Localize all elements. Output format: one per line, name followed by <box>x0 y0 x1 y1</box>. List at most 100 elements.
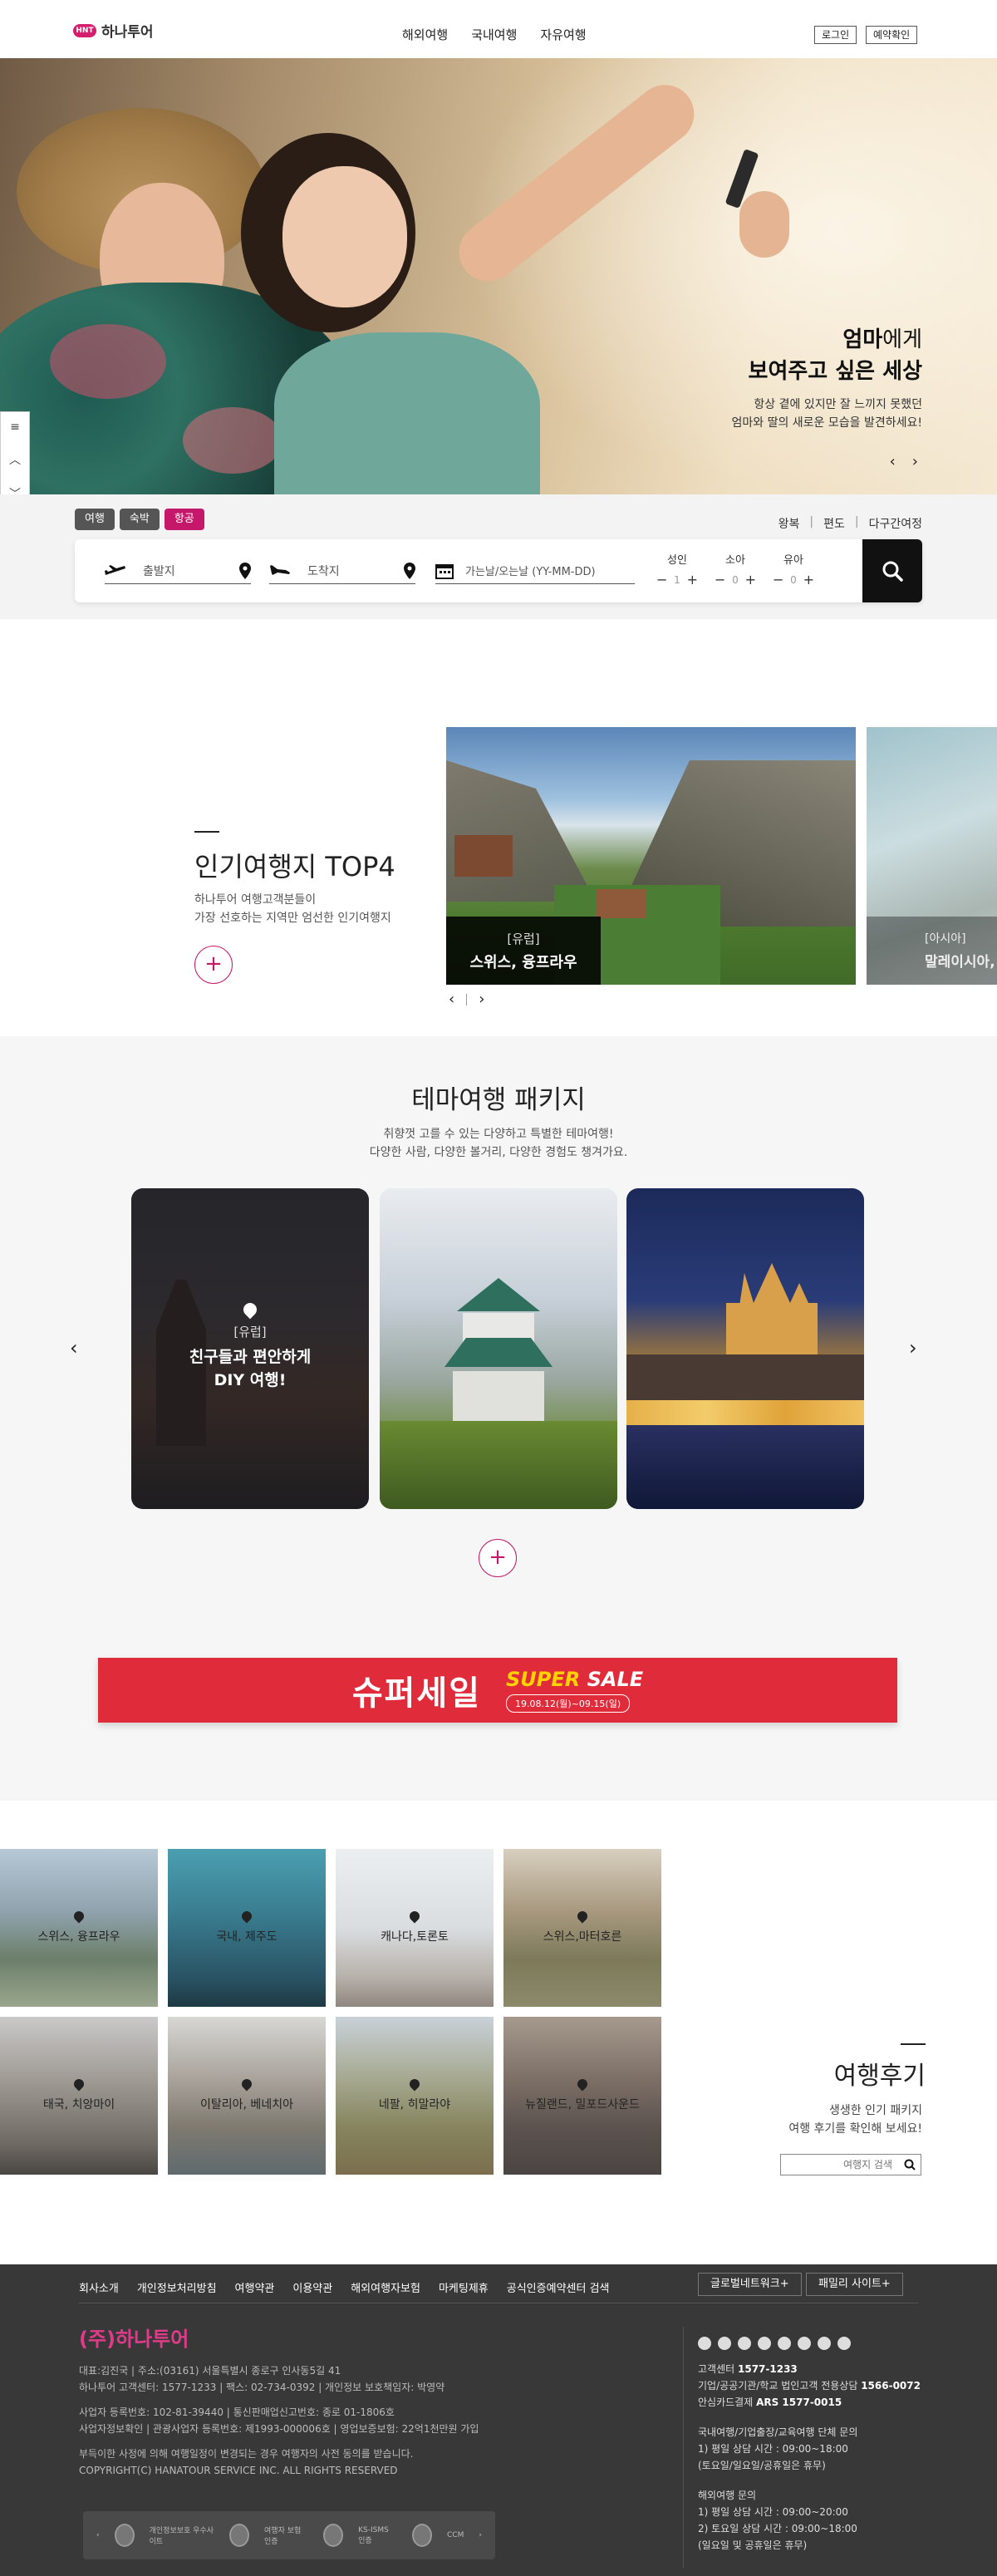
child-counter: 소아 −0 + <box>715 551 756 587</box>
theme-title: 테마여행 패키지 <box>411 1085 586 1115</box>
trip-roundtrip[interactable]: 왕복 <box>778 515 800 532</box>
reviews-search-input[interactable] <box>781 2155 897 2175</box>
nav-domestic[interactable]: 국내여행 <box>471 26 517 43</box>
logo-text: 하나투어 <box>101 24 154 41</box>
hero-flower-shape <box>50 324 166 399</box>
tab-hotel[interactable]: 숙박 <box>119 509 160 530</box>
pinterest-icon[interactable] <box>837 2337 851 2350</box>
footer-link-travel-terms[interactable]: 여행약관 <box>235 2279 275 2295</box>
theme-card-europe[interactable]: [유럽] 친구들과 편안하게 DIY 여행! <box>131 1188 369 1509</box>
instagram-icon[interactable] <box>718 2337 731 2350</box>
minus-icon[interactable]: − <box>715 572 725 587</box>
domestic-note: (토요일/일요일/공휴일은 휴무) <box>698 2460 826 2471</box>
top4-card-caption-2: [아시아] 말레이시아, 코타키나발루 <box>867 917 997 985</box>
super-sale-banner[interactable]: 슈퍼세일 SUPER SALE 19.08.12(월)~09.15(일) <box>98 1658 897 1723</box>
plus-icon[interactable]: + <box>687 572 698 587</box>
depart-field[interactable]: 출발지 <box>105 558 251 584</box>
location-pin-icon <box>239 562 251 579</box>
location-pin-icon <box>239 2077 254 2092</box>
top4-prev-icon[interactable]: ‹ <box>449 991 454 1008</box>
theme-next-icon[interactable]: › <box>909 1336 917 1359</box>
arrive-field[interactable]: 도착지 <box>269 558 415 584</box>
ccm-cert-icon <box>411 2524 432 2547</box>
date-field[interactable]: 가는날/오는날 (YY-MM-DD) <box>435 558 635 584</box>
divider: | <box>809 515 814 528</box>
theme-card-prague-night[interactable] <box>626 1188 864 1509</box>
naver-post-icon[interactable] <box>818 2337 831 2350</box>
certification-strip: ‹ 개인정보보호 우수사이트 여행자 보험 인증 KS-ISMS 인증 CCM … <box>83 2511 495 2559</box>
takeoff-icon <box>105 564 125 575</box>
plus-icon[interactable]: + <box>803 572 814 587</box>
hero-prev-icon[interactable]: ‹ <box>890 453 896 470</box>
footer-link-marketing[interactable]: 마케팅제휴 <box>439 2279 489 2295</box>
top4-sub-line1: 하나투어 여행고객분들이 <box>194 893 317 907</box>
review-tile-himalaya[interactable]: 네팔, 히말라야 <box>336 2017 494 2175</box>
review-tile-chiangmai[interactable]: 태국, 치앙마이 <box>0 2017 158 2175</box>
hero-subtitle: 항상 곁에 있지만 잘 느끼지 못했던 엄마와 딸의 새로운 모습을 발견하세요… <box>732 396 923 432</box>
review-tile-venezia[interactable]: 이탈리아, 베네치아 <box>168 2017 326 2175</box>
facebook-icon[interactable] <box>758 2337 771 2350</box>
hero-pager: ‹ › <box>890 453 918 470</box>
cert-prev-icon[interactable]: ‹ <box>96 2531 100 2539</box>
top4-next-icon[interactable]: › <box>479 991 484 1008</box>
theme-subtitle: 취향껏 고를 수 있는 다양하고 특별한 테마여행! 다양한 사람, 다양한 볼… <box>0 1125 997 1162</box>
footer-link-insurance[interactable]: 해외여행자보험 <box>351 2279 420 2295</box>
cert-next-icon[interactable]: › <box>479 2531 482 2539</box>
minus-icon[interactable]: − <box>773 572 783 587</box>
tab-flight[interactable]: 항공 <box>164 509 204 530</box>
top4-more-button[interactable]: + <box>194 946 233 984</box>
cert-label: 여행자 보험 인증 <box>264 2527 302 2546</box>
search-button[interactable] <box>862 539 922 602</box>
plus-icon[interactable]: + <box>745 572 756 587</box>
corp-line: 기업/공공기관/학교 법인고객 전용상담 1566-0072 <box>698 2377 921 2394</box>
theme-prev-icon[interactable]: ‹ <box>70 1336 78 1359</box>
nav-overseas[interactable]: 해외여행 <box>402 26 448 43</box>
youtube-icon[interactable] <box>738 2337 751 2350</box>
overseas-weekday: 1) 평일 상담 시간 : 09:00~20:00 <box>698 2506 848 2518</box>
hero-sub-line2: 엄마와 딸의 새로운 모습을 발견하세요! <box>731 416 923 430</box>
trip-oneway[interactable]: 편도 <box>823 515 845 532</box>
nav-free-travel[interactable]: 자유여행 <box>540 26 586 43</box>
global-network-button[interactable]: 글로벌네트워크+ <box>698 2273 802 2296</box>
review-tile-jeju[interactable]: 국내, 제주도 <box>168 1849 326 2007</box>
review-tile-toronto[interactable]: 캐나다,토론토 <box>336 1849 494 2007</box>
kakao-icon[interactable] <box>798 2337 811 2350</box>
theme-card-osaka-castle[interactable] <box>380 1188 617 1509</box>
scroll-up-icon[interactable]: ︿ <box>9 451 21 468</box>
trip-multi[interactable]: 다구간여정 <box>869 515 922 532</box>
cert-label: CCM <box>447 2531 464 2539</box>
twitter-icon[interactable] <box>698 2337 711 2350</box>
review-tile-matterhorn[interactable]: 스위스,마터호른 <box>503 1849 661 2007</box>
review-tile-label: 태국, 치앙마이 <box>0 2017 158 2175</box>
footer-link-privacy[interactable]: 개인정보처리방침 <box>137 2279 217 2295</box>
review-place: 네팔, 히말라야 <box>378 2098 451 2111</box>
hero-next-icon[interactable]: › <box>912 453 918 470</box>
minus-icon[interactable]: − <box>656 572 667 587</box>
tab-travel[interactable]: 여행 <box>75 509 115 530</box>
hero-flower-shape-2 <box>183 407 282 474</box>
login-button[interactable]: 로그인 <box>814 26 857 44</box>
footer-info-line: 사업자 등록번호: 102-81-39440 | 통신판매업신고번호: 종로 0… <box>79 2406 395 2418</box>
family-site-button[interactable]: 패밀리 사이트+ <box>806 2273 903 2296</box>
review-tile-milford[interactable]: 뉴질랜드, 밀포드사운드 <box>503 2017 661 2175</box>
footer-link-center-search[interactable]: 공식인증예약센터 검색 <box>507 2279 610 2295</box>
search-icon[interactable] <box>904 2159 916 2170</box>
blog-icon[interactable] <box>778 2337 791 2350</box>
menu-icon[interactable]: ≡ <box>10 420 20 434</box>
card-mountain-shape <box>446 760 596 902</box>
hero-title-bold: 엄마 <box>842 327 883 352</box>
footer-link-company[interactable]: 회사소개 <box>79 2279 119 2295</box>
review-place: 태국, 치앙마이 <box>42 2098 115 2111</box>
review-tile-jungfrau[interactable]: 스위스, 융프라우 <box>0 1849 158 2007</box>
review-tile-label: 캐나다,토론토 <box>336 1849 494 2007</box>
card-number: ARS 1577-0015 <box>756 2397 842 2408</box>
site-logo[interactable]: HNT 하나투어 <box>73 20 154 41</box>
reservation-check-button[interactable]: 예약확인 <box>866 26 918 44</box>
footer-link-terms[interactable]: 이용약관 <box>292 2279 332 2295</box>
location-pin-icon <box>239 1909 254 1924</box>
corp-label: 기업/공공기관/학교 법인고객 전용상담 <box>698 2380 858 2392</box>
theme-more-button[interactable]: + <box>479 1539 517 1577</box>
child-stepper: −0 + <box>715 572 756 587</box>
reviews-sub-line2: 여행 후기를 확인해 보세요! <box>788 2122 922 2136</box>
